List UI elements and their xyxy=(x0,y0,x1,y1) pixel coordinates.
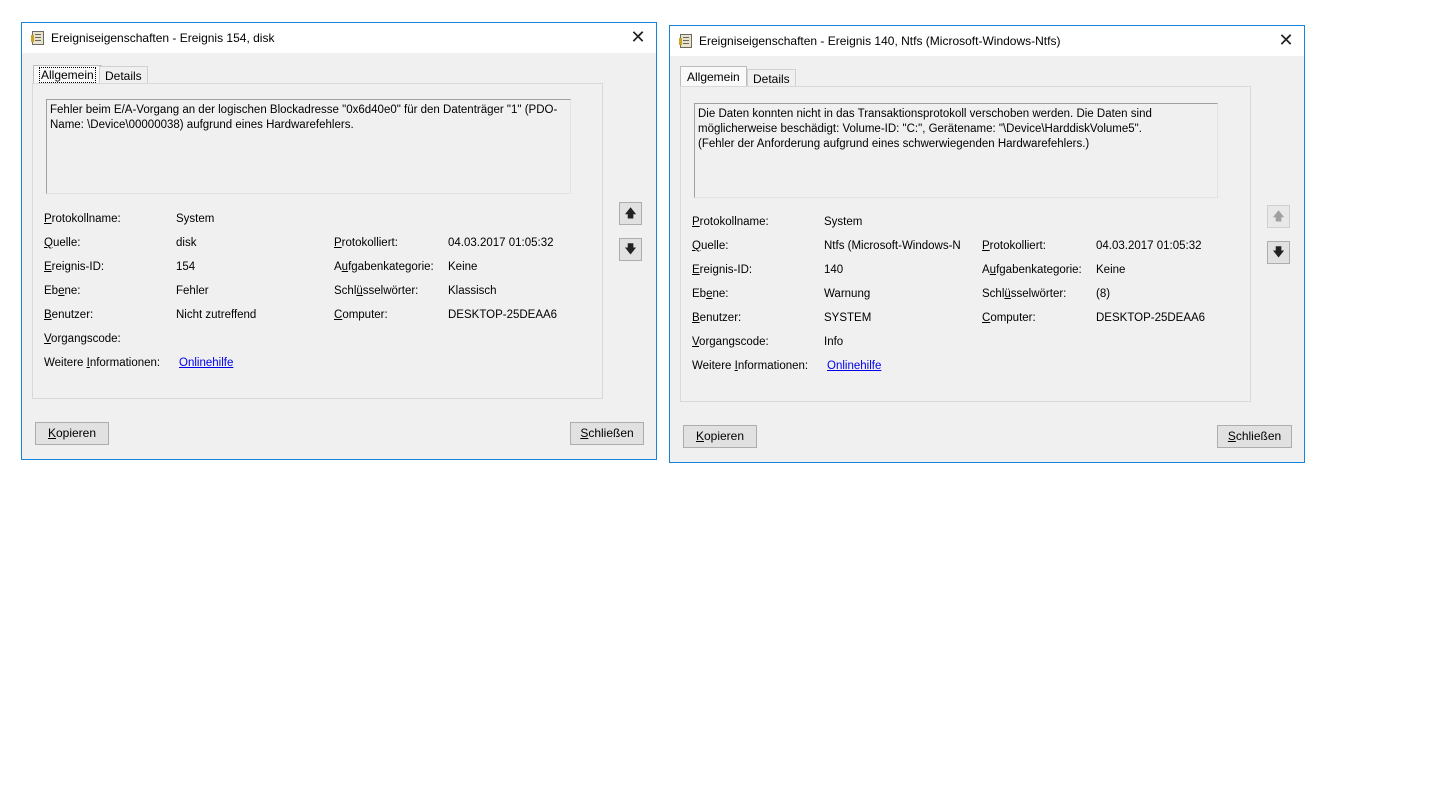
copy-button[interactable]: Kopieren xyxy=(683,425,757,448)
copy-button[interactable]: Kopieren xyxy=(35,422,109,445)
event-properties-dialog-154: Ereigniseigenschaften - Ereignis 154, di… xyxy=(21,22,657,460)
value-vorgangscode: Info xyxy=(824,336,844,348)
value-aufgabenkategorie: Keine xyxy=(448,261,478,273)
value-ebene: Warnung xyxy=(824,288,871,300)
label-computer: Computer: xyxy=(334,309,388,321)
tab-details[interactable]: Details xyxy=(747,69,796,87)
label-ereignis-id: Ereignis-ID: xyxy=(692,264,753,276)
label-aufgabenkategorie: Aufgabenkategorie: xyxy=(334,261,434,273)
general-panel: Fehler beim E/A-Vorgang an der logischen… xyxy=(32,83,603,399)
label-ebene: Ebene: xyxy=(692,288,729,300)
event-viewer-icon xyxy=(679,34,692,48)
event-description[interactable]: Fehler beim E/A-Vorgang an der logischen… xyxy=(46,99,571,194)
title-bar[interactable]: Ereigniseigenschaften - Ereignis 140, Nt… xyxy=(670,26,1304,56)
label-protokollname: Protokollname: xyxy=(44,213,121,225)
label-ebene: Ebene: xyxy=(44,285,81,297)
label-ereignis-id: Ereignis-ID: xyxy=(44,261,105,273)
next-event-button[interactable]: 🡇 xyxy=(1267,241,1290,264)
label-computer: Computer: xyxy=(982,312,1036,324)
label-aufgabenkategorie: Aufgabenkategorie: xyxy=(982,264,1082,276)
title-bar[interactable]: Ereigniseigenschaften - Ereignis 154, di… xyxy=(22,23,656,53)
label-quelle: Quelle: xyxy=(44,237,81,249)
event-viewer-icon xyxy=(31,31,44,45)
label-protokollname: Protokollname: xyxy=(692,216,769,228)
label-protokolliert: Protokolliert: xyxy=(334,237,398,249)
event-properties-dialog-140: Ereigniseigenschaften - Ereignis 140, Nt… xyxy=(669,25,1305,463)
label-schluesselwoerter: Schlüsselwörter: xyxy=(334,285,419,297)
value-benutzer: SYSTEM xyxy=(824,312,872,324)
label-weitere-informationen: Weitere Informationen: xyxy=(44,357,161,369)
label-benutzer: Benutzer: xyxy=(44,309,94,321)
value-protokollname: System xyxy=(176,213,215,225)
arrow-down-icon: 🡇 xyxy=(624,242,637,256)
label-weitere-informationen: Weitere Informationen: xyxy=(692,360,809,372)
arrow-up-icon: 🡅 xyxy=(624,206,637,220)
close-button[interactable]: Schließen xyxy=(570,422,644,445)
value-computer: DESKTOP-25DEAA6 xyxy=(448,309,558,321)
close-button[interactable]: Schließen xyxy=(1217,425,1292,448)
next-event-button[interactable]: 🡇 xyxy=(619,238,642,261)
value-ereignis-id: 140 xyxy=(824,264,844,276)
value-quelle: disk xyxy=(176,237,197,249)
tab-details[interactable]: Details xyxy=(99,66,148,84)
event-description[interactable]: Die Daten konnten nicht in das Transakti… xyxy=(694,103,1218,198)
arrow-down-icon: 🡇 xyxy=(1272,245,1285,259)
label-protokolliert: Protokolliert: xyxy=(982,240,1046,252)
close-icon[interactable]: ✕ xyxy=(1274,29,1298,53)
value-schluesselwoerter: Klassisch xyxy=(448,285,497,297)
tab-allgemein[interactable]: Allgemein xyxy=(33,65,102,84)
value-quelle: Ntfs (Microsoft-Windows-N xyxy=(824,240,961,252)
value-benutzer: Nicht zutreffend xyxy=(176,309,257,321)
window-title: Ereigniseigenschaften - Ereignis 154, di… xyxy=(51,31,275,45)
value-aufgabenkategorie: Keine xyxy=(1096,264,1126,276)
label-quelle: Quelle: xyxy=(692,240,729,252)
general-panel: Die Daten konnten nicht in das Transakti… xyxy=(680,86,1251,402)
label-benutzer: Benutzer: xyxy=(692,312,742,324)
previous-event-button[interactable]: 🡅 xyxy=(1267,205,1290,228)
value-protokollname: System xyxy=(824,216,863,228)
label-schluesselwoerter: Schlüsselwörter: xyxy=(982,288,1067,300)
previous-event-button[interactable]: 🡅 xyxy=(619,202,642,225)
window-title: Ereigniseigenschaften - Ereignis 140, Nt… xyxy=(699,34,1061,48)
close-icon[interactable]: ✕ xyxy=(626,26,650,50)
value-ebene: Fehler xyxy=(176,285,209,297)
tab-allgemein[interactable]: Allgemein xyxy=(680,66,747,87)
label-vorgangscode: Vorgangscode: xyxy=(44,333,121,345)
value-computer: DESKTOP-25DEAA6 xyxy=(1096,312,1206,324)
label-vorgangscode: Vorgangscode: xyxy=(692,336,769,348)
link-onlinehilfe[interactable]: Onlinehilfe xyxy=(179,357,233,369)
link-onlinehilfe[interactable]: Onlinehilfe xyxy=(827,360,881,372)
arrow-up-icon: 🡅 xyxy=(1272,209,1285,223)
value-protokolliert: 04.03.2017 01:05:32 xyxy=(1096,240,1202,252)
value-schluesselwoerter: (8) xyxy=(1096,288,1111,300)
value-protokolliert: 04.03.2017 01:05:32 xyxy=(448,237,554,249)
value-ereignis-id: 154 xyxy=(176,261,196,273)
